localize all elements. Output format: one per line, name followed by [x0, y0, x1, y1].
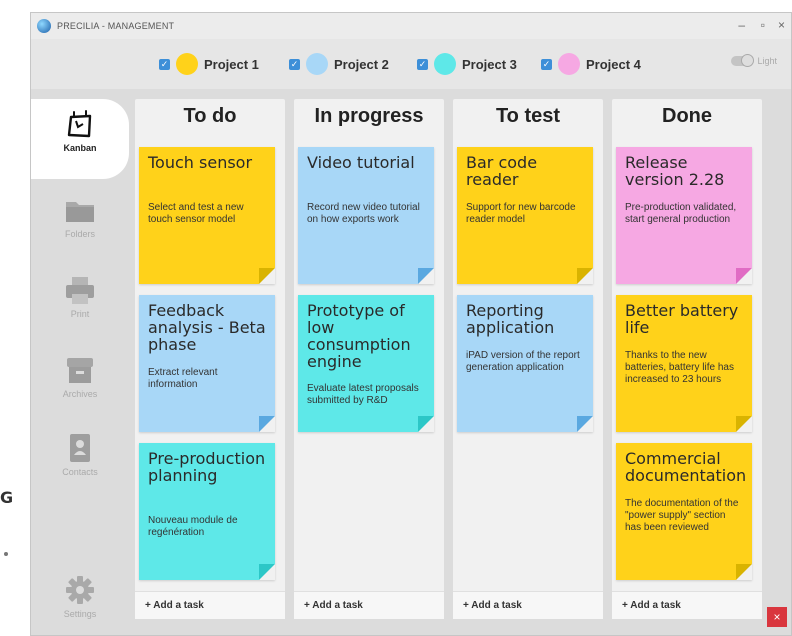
column-title: To do	[183, 105, 237, 127]
toggle-switch-icon	[731, 54, 755, 67]
sidebar-item-label: Kanban	[63, 143, 97, 153]
checkbox-checked-icon[interactable]: ✓	[159, 58, 170, 70]
close-panel-button[interactable]: ×	[767, 607, 787, 627]
task-card-prototype-engine[interactable]: Prototype of low consumption engine Eval…	[298, 295, 434, 432]
task-card-commercial-documentation[interactable]: Commercial documentation The documentati…	[616, 443, 752, 580]
theme-label: Light	[757, 56, 777, 66]
printer-icon	[66, 277, 94, 304]
task-card-reporting-application[interactable]: Reporting application iPAD version of th…	[457, 295, 593, 432]
add-task-button[interactable]: + Add a task	[612, 591, 762, 619]
project-label: Project 3	[462, 56, 517, 72]
card-description: Record new video tutorial on how exports…	[307, 202, 420, 225]
sidebar-item-contacts[interactable]: Contacts	[31, 423, 129, 503]
close-window-button[interactable]: ×	[778, 17, 785, 33]
add-task-button[interactable]: + Add a task	[294, 591, 444, 619]
sidebar-item-folders[interactable]: Folders	[31, 185, 129, 265]
add-task-button[interactable]: + Add a task	[135, 591, 285, 619]
title-bar: PRECILIA - MANAGEMENT – ▫ ×	[31, 13, 791, 39]
card-title: Pre-production planning	[148, 449, 266, 485]
card-description: The documentation of the "power supply" …	[625, 498, 739, 533]
card-title: Commercial documentation	[625, 449, 747, 485]
app-window: PRECILIA - MANAGEMENT – ▫ × ✓ Project 1 …	[30, 12, 792, 636]
sidebar-item-archives[interactable]: Archives	[31, 345, 129, 425]
card-description: Nouveau module de regénération	[148, 515, 238, 538]
column-in-progress: In progress Video tutorial Record new vi…	[294, 99, 444, 619]
card-title: Better battery life	[625, 301, 739, 337]
card-description: Evaluate latest proposals submitted by R…	[307, 383, 419, 406]
project-color-dot	[558, 53, 580, 75]
archive-box-icon	[67, 358, 93, 383]
task-card-touch-sensor[interactable]: Touch sensor Select and test a new touch…	[139, 147, 275, 284]
column-title: Done	[662, 105, 712, 127]
sidebar-item-print[interactable]: Print	[31, 265, 129, 345]
card-description: Thanks to the new batteries, battery lif…	[625, 350, 734, 385]
column-to-do: To do Touch sensor Select and test a new…	[135, 99, 285, 619]
project-filter-2[interactable]: ✓ Project 2	[289, 52, 389, 76]
sidebar-item-label: Print	[70, 309, 90, 319]
sidebar-item-label: Settings	[63, 609, 97, 619]
task-card-better-battery-life[interactable]: Better battery life Thanks to the new ba…	[616, 295, 752, 432]
card-description: iPAD version of the report generation ap…	[466, 350, 580, 373]
project-label: Project 4	[586, 56, 641, 72]
sidebar-item-label: Archives	[62, 389, 98, 399]
column-to-test: To test Bar code reader Support for new …	[453, 99, 603, 619]
project-filter-4[interactable]: ✓ Project 4	[541, 52, 641, 76]
checkbox-checked-icon[interactable]: ✓	[289, 58, 300, 70]
task-card-bar-code-reader[interactable]: Bar code reader Support for new barcode …	[457, 147, 593, 284]
project-label: Project 1	[204, 56, 259, 72]
project-label: Project 2	[334, 56, 389, 72]
project-color-dot	[434, 53, 456, 75]
card-description: Support for new barcode reader model	[466, 202, 576, 225]
light-theme-toggle[interactable]: Light	[731, 54, 777, 67]
gear-icon	[66, 576, 94, 604]
add-task-button[interactable]: + Add a task	[453, 591, 603, 619]
sidebar-item-label: Folders	[64, 229, 95, 239]
task-card-video-tutorial[interactable]: Video tutorial Record new video tutorial…	[298, 147, 434, 284]
sidebar-item-label: Contacts	[62, 467, 98, 477]
card-title: Feedback analysis - Beta phase	[148, 301, 266, 354]
task-card-pre-production-planning[interactable]: Pre-production planning Nouveau module d…	[139, 443, 275, 580]
checkbox-checked-icon[interactable]: ✓	[417, 58, 428, 70]
cropped-dot	[4, 552, 8, 556]
sidebar-item-settings[interactable]: Settings	[31, 565, 129, 635]
card-title: Bar code reader	[466, 153, 538, 189]
project-color-dot	[176, 53, 198, 75]
folder-icon	[66, 202, 94, 222]
card-title: Release version 2.28	[625, 153, 725, 189]
project-filter-bar: ✓ Project 1 ✓ Project 2 ✓ Project 3 ✓ Pr…	[31, 39, 791, 89]
app-logo-icon	[37, 19, 51, 33]
task-card-release-version[interactable]: Release version 2.28 Pre-production vali…	[616, 147, 752, 284]
minimize-button[interactable]: –	[738, 17, 745, 33]
task-card-feedback-analysis[interactable]: Feedback analysis - Beta phase Extract r…	[139, 295, 275, 432]
card-title: Touch sensor	[148, 153, 253, 172]
card-title: Reporting application	[466, 301, 555, 337]
column-done: Done Release version 2.28 Pre-production…	[612, 99, 762, 619]
project-filter-3[interactable]: ✓ Project 3	[417, 52, 517, 76]
card-title: Video tutorial	[307, 153, 415, 172]
project-color-dot	[306, 53, 328, 75]
contact-card-icon	[70, 434, 90, 462]
card-description: Extract relevant information	[148, 367, 218, 390]
column-title: To test	[495, 105, 561, 127]
window-title: PRECILIA - MANAGEMENT	[57, 21, 175, 31]
kanban-board-icon	[67, 110, 92, 138]
card-description: Select and test a new touch sensor model	[148, 202, 244, 225]
sidebar: Kanban Folders Print Archives Contacts S…	[31, 89, 129, 635]
card-title: Prototype of low consumption engine	[307, 301, 411, 371]
sidebar-item-kanban[interactable]: Kanban	[31, 99, 129, 179]
checkbox-checked-icon[interactable]: ✓	[541, 58, 552, 70]
card-description: Pre-production validated, start general …	[625, 202, 737, 225]
cropped-text-fragment: G	[0, 488, 14, 507]
maximize-button[interactable]: ▫	[761, 17, 765, 33]
column-title: In progress	[314, 105, 424, 127]
project-filter-1[interactable]: ✓ Project 1	[159, 52, 259, 76]
